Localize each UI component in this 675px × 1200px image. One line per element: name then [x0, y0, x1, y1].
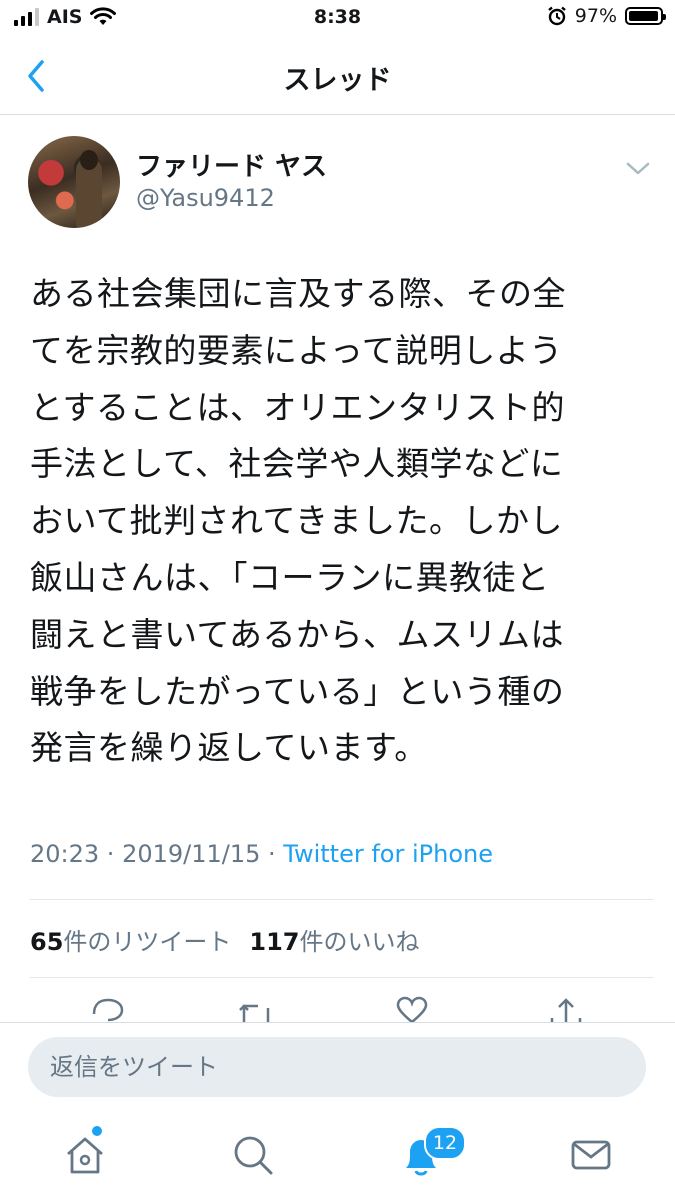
meta-separator: · — [99, 840, 123, 868]
meta-separator-2: · — [260, 840, 284, 868]
tweet-time: 20:23 — [30, 840, 100, 868]
reply-bar: 返信をツイート — [0, 1022, 675, 1111]
retweets-count: 65 — [30, 928, 64, 956]
home-icon[interactable] — [62, 1132, 108, 1178]
status-bar: AIS 8:38 97% — [0, 0, 675, 36]
user-handle[interactable]: @Yasu9412 — [136, 184, 275, 212]
battery-percent: 97% — [574, 5, 617, 27]
likes-stat[interactable]: 117件のいいね — [249, 922, 419, 957]
caret-down-icon[interactable] — [624, 156, 652, 180]
likes-count: 117 — [249, 928, 300, 956]
divider — [30, 899, 654, 900]
tweet-stats: 65件のリツイート 117件のいいね — [30, 922, 420, 957]
battery-icon — [625, 7, 666, 25]
display-name[interactable]: ファリード ヤス — [136, 146, 327, 183]
home-new-dot — [92, 1126, 102, 1136]
reply-icon[interactable] — [88, 992, 128, 1022]
nav-bar: スレッド — [0, 40, 675, 115]
likes-label: 件のいいね — [299, 928, 420, 956]
notifications-badge: 12 — [424, 1126, 466, 1160]
retweets-stat[interactable]: 65件のリツイート — [30, 922, 231, 957]
search-icon[interactable] — [230, 1132, 276, 1178]
share-icon[interactable] — [546, 992, 586, 1022]
divider — [30, 977, 654, 978]
retweet-icon[interactable] — [236, 992, 276, 1022]
tweet-actions — [0, 992, 675, 1022]
messages-icon[interactable] — [568, 1132, 614, 1178]
tweet-date: 2019/11/15 — [122, 840, 261, 868]
tweet-text: ある社会集団に言及する際、その全 てを宗教的要素によって説明しよう とすることは… — [30, 274, 566, 768]
status-right: 97% — [547, 5, 666, 27]
alarm-icon — [547, 6, 566, 26]
tab-bar — [0, 1110, 675, 1200]
tweet-meta: 20:23 · 2019/11/15 · Twitter for iPhone — [30, 840, 493, 868]
page-title: スレッド — [283, 65, 392, 96]
avatar[interactable] — [28, 136, 120, 228]
tweet-source-link[interactable]: Twitter for iPhone — [283, 840, 493, 868]
retweets-label: 件のリツイート — [63, 928, 232, 956]
like-icon[interactable] — [392, 992, 432, 1022]
reply-input[interactable]: 返信をツイート — [28, 1037, 646, 1097]
